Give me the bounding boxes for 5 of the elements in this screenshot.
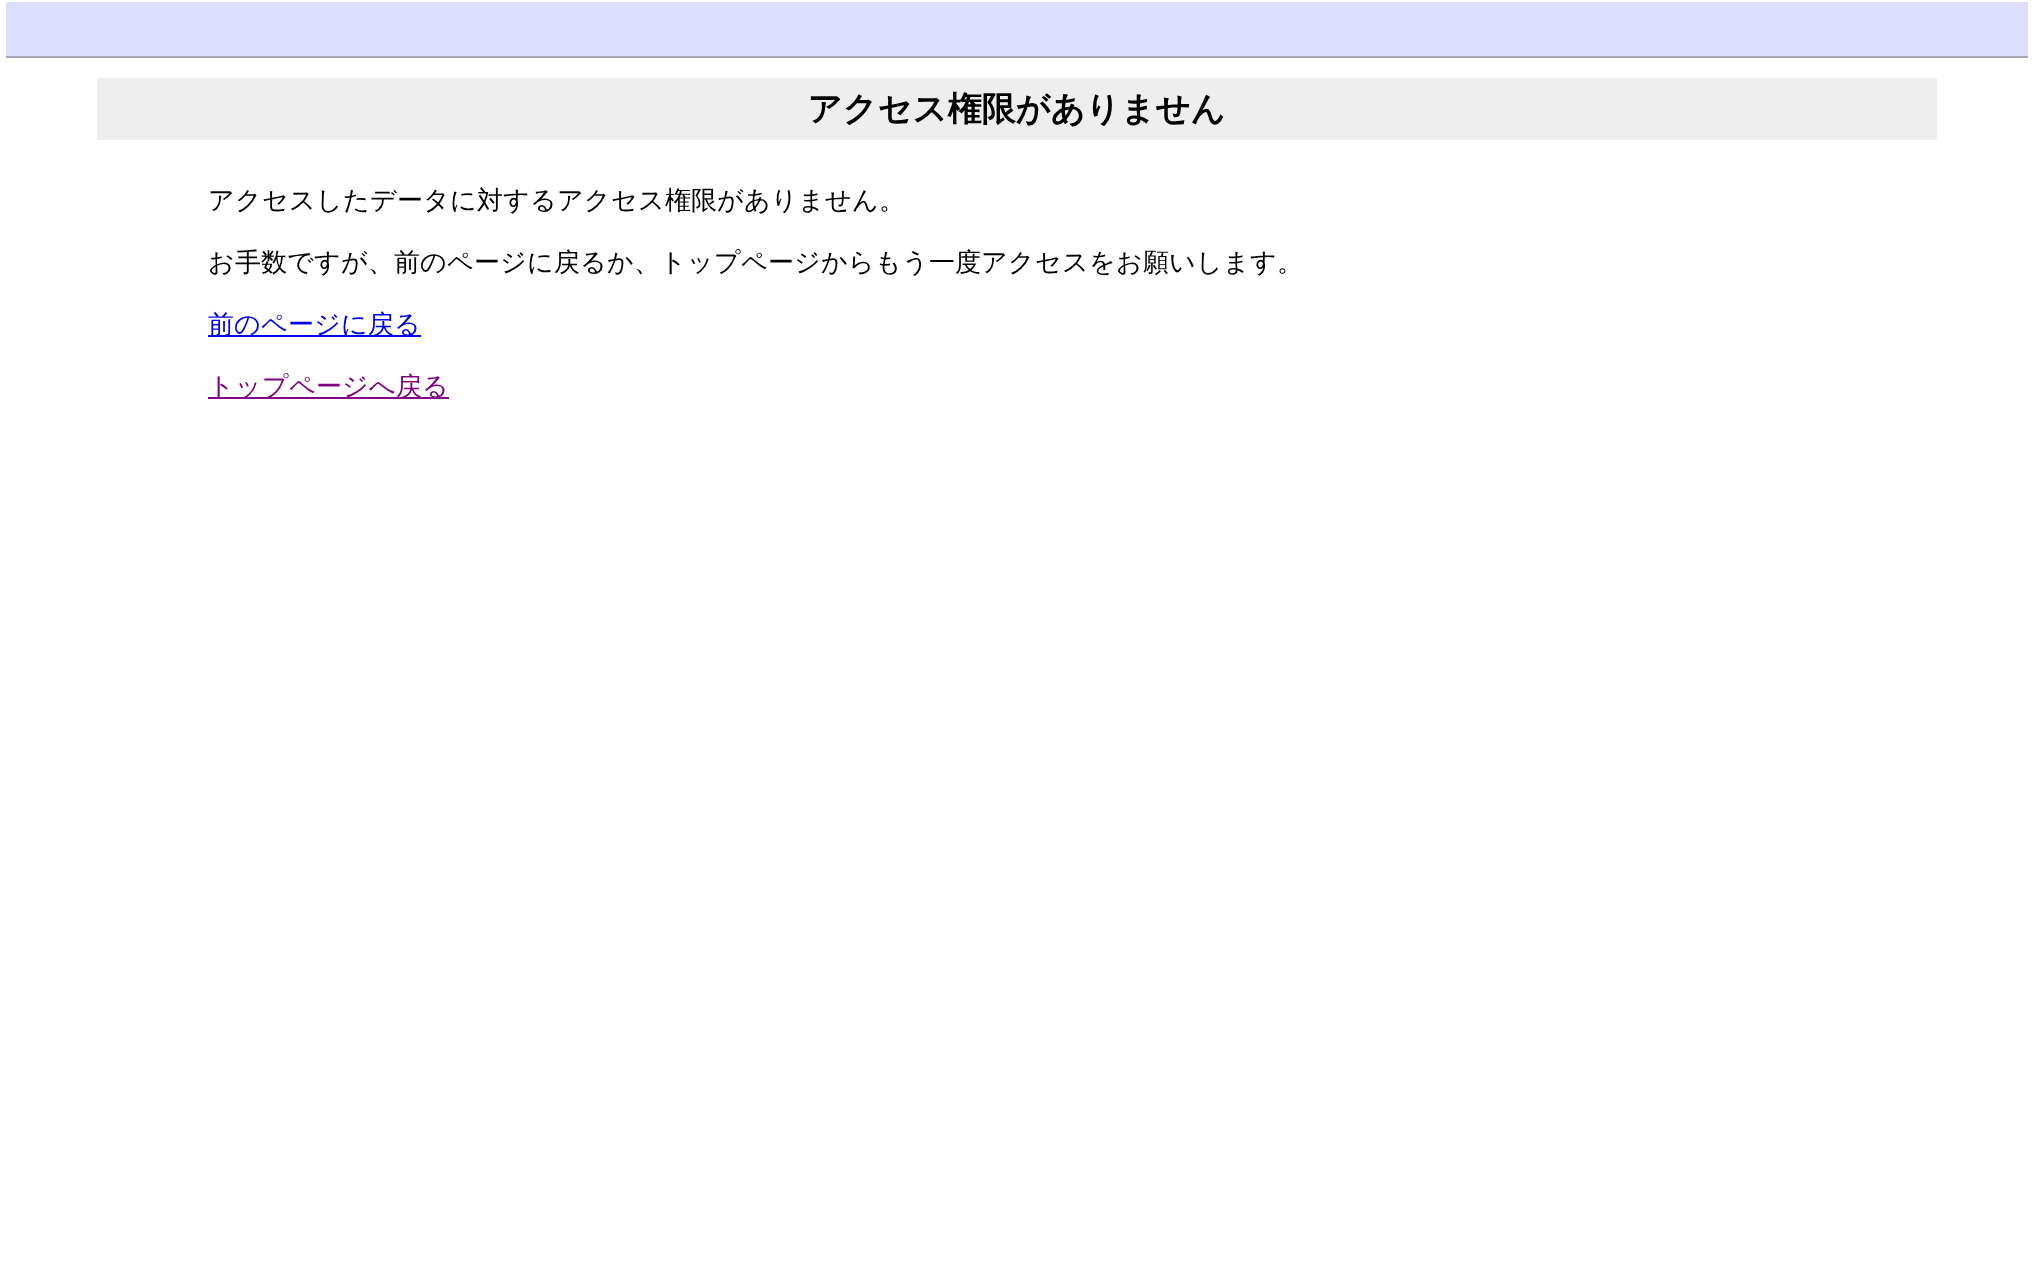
page-title: アクセス権限がありません [97, 78, 1937, 140]
message-text: アクセスしたデータに対するアクセス権限がありません。 [208, 184, 906, 216]
back-link[interactable]: トップページへ戻る [208, 370, 449, 402]
back-link[interactable]: 前のページに戻る [208, 308, 421, 340]
message-text: お手数ですが、前のページに戻るか、トップページからもう一度アクセスをお願いします。 [208, 246, 1304, 278]
